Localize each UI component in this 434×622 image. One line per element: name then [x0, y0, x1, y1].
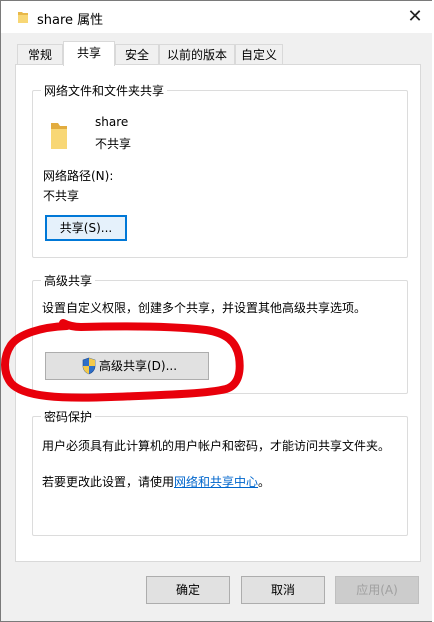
properties-dialog: share 属性 ✕ 常规 共享 安全 以前的版本 自定义 网络文件和文件夹共享 [0, 0, 434, 622]
close-icon: ✕ [407, 6, 423, 27]
network-sharing-center-link[interactable]: 网络和共享中心 [174, 475, 258, 489]
group-title: 高级共享 [41, 272, 96, 289]
button-label: 共享(S)... [59, 221, 113, 235]
tab-security[interactable]: 安全 [115, 44, 159, 65]
tab-label: 自定义 [240, 48, 277, 62]
change-setting-prefix: 若要更改此设置，请使用 [42, 475, 175, 489]
button-label: 高级共享(D)... [98, 359, 178, 373]
password-protection-description: 用户必须具有此计算机的用户帐户和密码，才能访问共享文件夹。 [42, 439, 391, 453]
advanced-sharing-group: 高级共享 设置自定义权限，创建多个共享，并设置其他高级共享选项。 高级共享(D)… [32, 272, 408, 394]
tab-label: 以前的版本 [166, 48, 227, 62]
button-label: 取消 [270, 583, 295, 597]
network-sharing-group: 网络文件和文件夹共享 share 不共享 网络路径(N): 不共享 共享(S).… [32, 82, 408, 258]
advanced-sharing-description: 设置自定义权限，创建多个共享，并设置其他高级共享选项。 [42, 301, 367, 315]
sharing-tab-panel: 网络文件和文件夹共享 share 不共享 网络路径(N): 不共享 共享(S).… [15, 64, 421, 562]
advanced-sharing-button[interactable]: 高级共享(D)... [45, 352, 209, 380]
tab-general[interactable]: 常规 [17, 44, 63, 65]
share-button[interactable]: 共享(S)... [45, 215, 127, 241]
button-label: 应用(A) [356, 583, 398, 597]
cancel-button[interactable]: 取消 [241, 576, 325, 604]
tab-previous-versions[interactable]: 以前的版本 [159, 44, 235, 65]
change-setting-suffix: 。 [258, 475, 271, 489]
apply-button[interactable]: 应用(A) [335, 576, 419, 604]
network-path-value: 不共享 [43, 189, 80, 203]
tab-sharing[interactable]: 共享 [63, 41, 115, 66]
tab-label: 常规 [27, 48, 52, 62]
tab-label: 安全 [124, 48, 149, 62]
change-setting-text: 若要更改此设置，请使用网络和共享中心。 [42, 473, 270, 490]
close-button[interactable]: ✕ [397, 1, 433, 33]
tab-label: 共享 [76, 46, 101, 60]
window-title: share 属性 [37, 13, 104, 28]
share-status: 不共享 [95, 137, 132, 151]
folder-name: share [95, 115, 129, 129]
group-title: 网络文件和文件夹共享 [41, 82, 168, 99]
group-title: 密码保护 [41, 408, 96, 425]
title-bar[interactable]: share 属性 ✕ [1, 1, 433, 33]
network-path-label: 网络路径(N): [43, 169, 114, 183]
ok-button[interactable]: 确定 [146, 576, 230, 604]
password-protection-group: 密码保护 用户必须具有此计算机的用户帐户和密码，才能访问共享文件夹。 若要更改此… [32, 408, 408, 536]
button-label: 确定 [175, 583, 200, 597]
tab-customize[interactable]: 自定义 [235, 44, 283, 65]
